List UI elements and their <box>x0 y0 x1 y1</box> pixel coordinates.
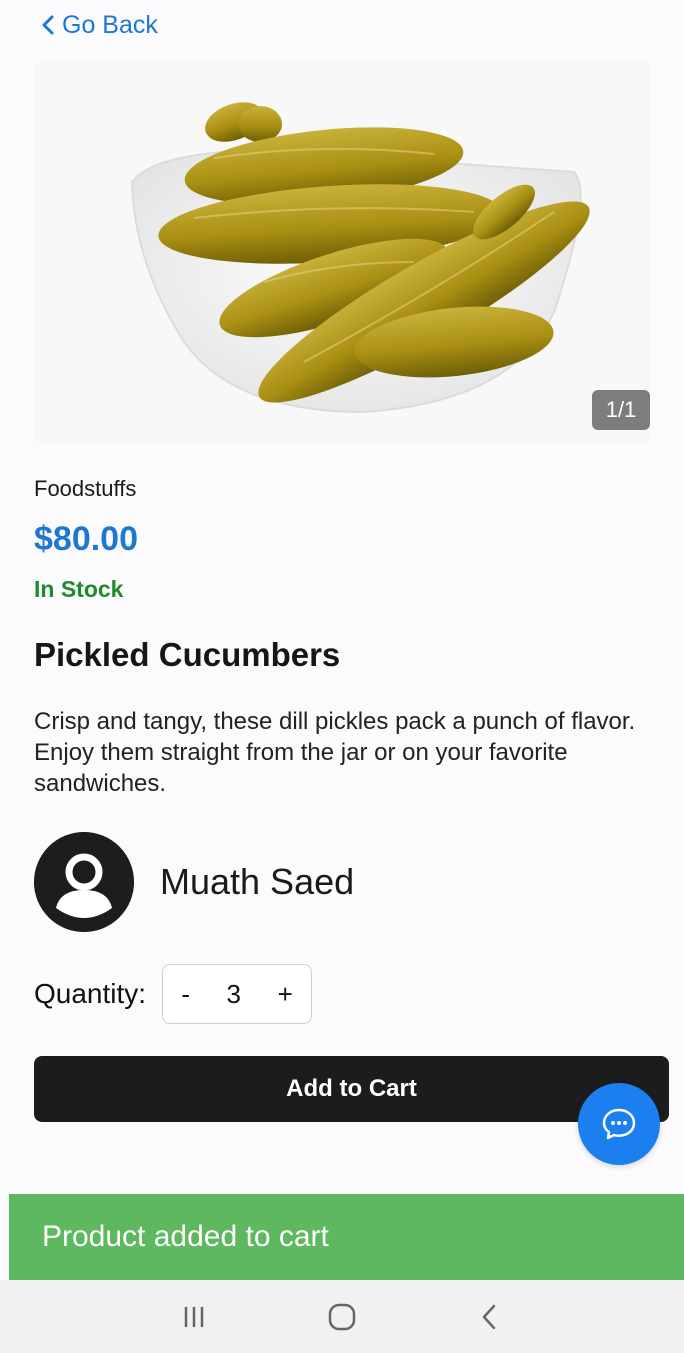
image-counter: 1/1 <box>592 390 650 430</box>
back-icon <box>482 1304 496 1329</box>
seller-name: Muath Saed <box>160 861 355 902</box>
quantity-label: Quantity: <box>34 978 147 1009</box>
quantity-value: 3 <box>226 978 242 1009</box>
go-back-label: Go Back <box>62 10 158 39</box>
decrement-button[interactable]: - <box>181 979 190 1010</box>
quantity-stepper[interactable]: - 3 + <box>162 964 313 1024</box>
stock-status: In Stock <box>34 576 124 602</box>
pickles-image <box>34 62 650 446</box>
product-category: Foodstuffs <box>34 476 137 501</box>
chat-button[interactable] <box>578 1083 660 1165</box>
increment-button[interactable]: + <box>278 979 293 1010</box>
recents-button[interactable] <box>174 1297 214 1337</box>
recents-icon <box>184 1306 204 1327</box>
product-description: Crisp and tangy, these dill pickles pack… <box>34 708 636 797</box>
product-title: Pickled Cucumbers <box>34 636 341 673</box>
system-navbar <box>0 1280 684 1353</box>
product-image[interactable]: 1/1 <box>34 62 650 446</box>
user-icon <box>34 832 134 932</box>
home-icon <box>328 1303 356 1330</box>
quantity-row: Quantity: - 3 + <box>34 964 313 1024</box>
toast-message: Product added to cart <box>42 1220 329 1253</box>
toast-notification: Product added to cart <box>9 1194 684 1280</box>
home-button[interactable] <box>322 1297 362 1337</box>
go-back-link[interactable]: Go Back <box>40 8 158 42</box>
chat-bubble-icon <box>602 1108 636 1140</box>
avatar <box>34 832 134 932</box>
add-to-cart-button[interactable]: Add to Cart <box>34 1056 669 1122</box>
system-back-button[interactable] <box>470 1297 510 1337</box>
product-price: $80.00 <box>34 520 138 558</box>
chevron-left-icon <box>42 15 54 35</box>
seller-info[interactable]: Muath Saed <box>34 832 354 932</box>
